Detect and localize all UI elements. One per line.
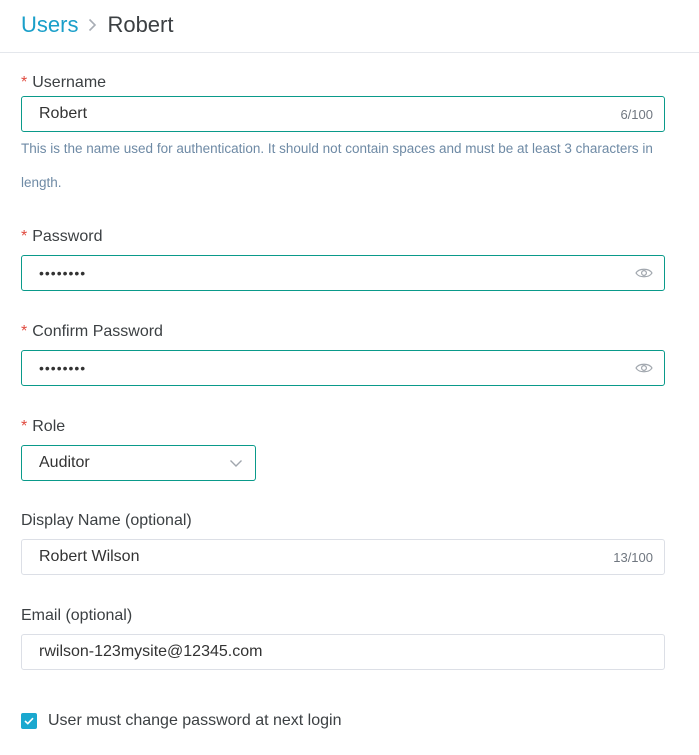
breadcrumb-current: Robert xyxy=(107,12,174,37)
role-label: * Role xyxy=(21,418,66,435)
page-header: Users Robert xyxy=(0,0,699,53)
required-mark: * xyxy=(21,74,28,91)
password-label: * Password xyxy=(21,228,103,245)
must-change-password-checkbox[interactable] xyxy=(21,713,37,729)
display-name-label: Display Name (optional) xyxy=(21,512,192,529)
confirm-password-label: * Confirm Password xyxy=(21,323,163,340)
required-mark: * xyxy=(21,418,28,435)
password-field[interactable]: •••••••• xyxy=(21,255,665,291)
display-name-input[interactable] xyxy=(22,540,614,574)
username-input[interactable] xyxy=(22,97,621,131)
username-field[interactable]: 6/100 xyxy=(21,96,665,132)
username-help-text: This is the name used for authentication… xyxy=(21,141,653,190)
required-mark: * xyxy=(21,228,28,245)
eye-icon[interactable] xyxy=(635,362,653,374)
confirm-password-field[interactable]: •••••••• xyxy=(21,350,665,386)
must-change-password-row[interactable]: User must change password at next login xyxy=(21,711,341,731)
checkmark-icon xyxy=(24,717,34,725)
required-mark: * xyxy=(21,323,28,340)
must-change-password-label: User must change password at next login xyxy=(48,712,342,729)
display-name-field[interactable]: 13/100 xyxy=(21,539,665,575)
breadcrumb-users-link[interactable]: Users xyxy=(21,12,78,38)
username-label: * Username xyxy=(21,74,107,91)
role-select[interactable]: Auditor xyxy=(21,445,256,481)
confirm-password-input[interactable]: •••••••• xyxy=(22,350,635,386)
email-field[interactable] xyxy=(21,634,665,670)
username-char-count: 6/100 xyxy=(620,106,653,122)
chevron-right-icon xyxy=(88,18,97,32)
email-label: Email (optional) xyxy=(21,607,133,624)
eye-icon[interactable] xyxy=(635,267,653,279)
display-name-char-count: 13/100 xyxy=(613,549,653,565)
breadcrumb: Users Robert xyxy=(21,10,174,40)
password-input[interactable]: •••••••• xyxy=(22,255,635,291)
role-selected-value: Auditor xyxy=(39,454,90,471)
email-input[interactable] xyxy=(22,635,664,669)
chevron-down-icon xyxy=(229,459,243,468)
